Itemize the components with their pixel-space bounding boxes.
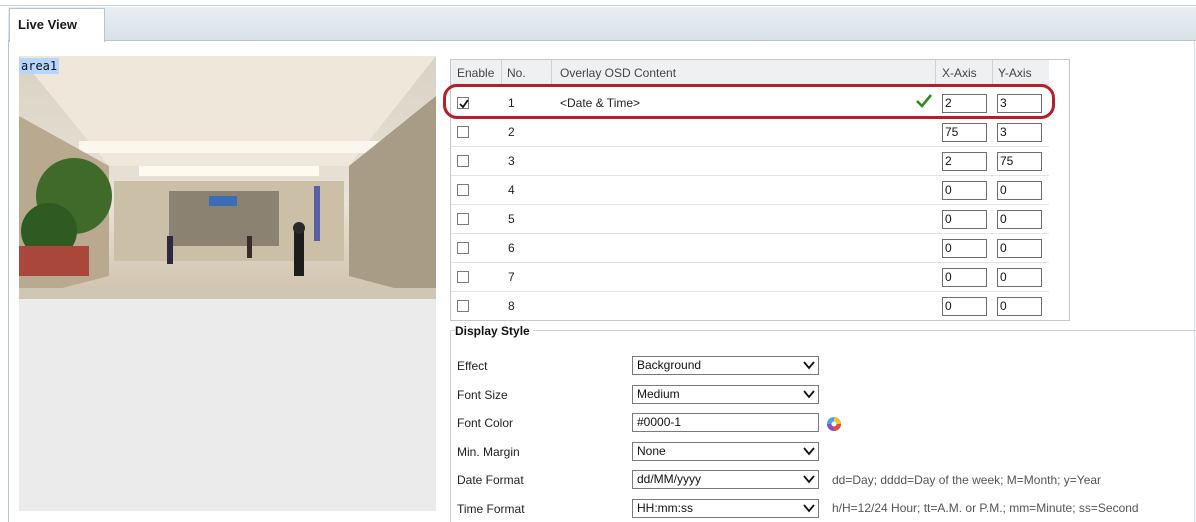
row-number: 7 <box>508 270 515 284</box>
y-axis-input[interactable]: 3 <box>997 123 1042 142</box>
row-number: 3 <box>508 154 515 168</box>
osd-table-header: Enable No. Overlay OSD Content X-Axis Y-… <box>451 60 1049 85</box>
header-y-axis: Y-Axis <box>998 66 1032 80</box>
y-axis-input[interactable]: 75 <box>997 152 1042 171</box>
x-axis-input[interactable]: 0 <box>942 181 987 200</box>
y-axis-input[interactable]: 0 <box>997 181 1042 200</box>
header-no: No. <box>507 66 526 80</box>
row-number: 6 <box>508 241 515 255</box>
y-axis-input[interactable]: 0 <box>997 268 1042 287</box>
display-style-border-left <box>450 330 451 522</box>
date-format-hint: dd=Day; dddd=Day of the week; M=Month; y… <box>832 473 1102 487</box>
content-left-border <box>8 41 9 522</box>
font-color-input[interactable]: #0000-1 <box>632 413 819 432</box>
x-axis-input[interactable]: 2 <box>942 152 987 171</box>
y-axis-input[interactable]: 0 <box>997 297 1042 316</box>
color-picker-icon[interactable] <box>826 416 842 432</box>
content-right-border <box>1194 41 1195 522</box>
chevron-down-icon <box>803 390 815 399</box>
osd-row-5: 5 0 0 <box>451 205 1049 234</box>
x-axis-input[interactable]: 75 <box>942 123 987 142</box>
osd-row-4: 4 0 0 <box>451 176 1049 205</box>
area-label: area1 <box>19 58 60 74</box>
min-margin-select[interactable]: None <box>632 442 819 461</box>
tab-live-view[interactable]: Live View <box>9 8 105 42</box>
effect-value: Background <box>637 358 702 372</box>
y-axis-input[interactable]: 0 <box>997 239 1042 258</box>
font-color-label: Font Color <box>457 416 514 430</box>
date-format-value: dd/MM/yyyy <box>637 472 702 486</box>
header-x-axis: X-Axis <box>942 66 977 80</box>
x-axis-input[interactable]: 0 <box>942 239 987 258</box>
x-axis-input[interactable]: 0 <box>942 210 987 229</box>
x-axis-input[interactable]: 0 <box>942 297 987 316</box>
enable-checkbox[interactable] <box>457 184 469 196</box>
effect-label: Effect <box>457 359 488 373</box>
font-size-value: Medium <box>637 387 680 401</box>
header-content: Overlay OSD Content <box>560 66 677 80</box>
date-format-select[interactable]: dd/MM/yyyy <box>632 470 819 489</box>
enable-checkbox[interactable] <box>457 271 469 283</box>
row-number: 4 <box>508 183 515 197</box>
time-format-select[interactable]: HH:mm:ss <box>632 499 819 518</box>
frame-top-line <box>0 5 1196 6</box>
row-number: 5 <box>508 212 515 226</box>
header-separator <box>935 60 936 85</box>
x-axis-input[interactable]: 0 <box>942 268 987 287</box>
display-style-border-top <box>450 330 1196 331</box>
font-size-label: Font Size <box>457 388 508 402</box>
time-format-label: Time Format <box>457 502 525 516</box>
date-format-label: Date Format <box>457 473 524 487</box>
effect-select[interactable]: Background <box>632 356 819 375</box>
row-highlight-callout <box>443 84 1055 119</box>
osd-row-6: 6 0 0 <box>451 234 1049 263</box>
time-format-value: HH:mm:ss <box>637 501 693 515</box>
tab-strip <box>8 7 1196 41</box>
min-margin-label: Min. Margin <box>457 445 520 459</box>
chevron-down-icon <box>803 361 815 370</box>
osd-row-2: 2 75 3 <box>451 118 1049 147</box>
chevron-down-icon <box>803 447 815 456</box>
osd-row-7: 7 0 0 <box>451 263 1049 292</box>
header-separator <box>501 60 502 85</box>
time-format-hint: h/H=12/24 Hour; tt=A.M. or P.M.; mm=Minu… <box>832 501 1139 515</box>
video-preview <box>19 56 436 299</box>
display-style-title: Display Style <box>455 324 533 338</box>
y-axis-input[interactable]: 0 <box>997 210 1042 229</box>
font-size-select[interactable]: Medium <box>632 385 819 404</box>
header-separator <box>992 60 993 85</box>
header-enable: Enable <box>457 66 495 80</box>
chevron-down-icon <box>803 504 815 513</box>
enable-checkbox[interactable] <box>457 126 469 138</box>
min-margin-value: None <box>637 444 666 458</box>
enable-checkbox[interactable] <box>457 242 469 254</box>
osd-row-8: 8 0 0 <box>451 292 1049 321</box>
chevron-down-icon <box>803 475 815 484</box>
header-separator <box>551 60 552 85</box>
enable-checkbox[interactable] <box>457 155 469 167</box>
enable-checkbox[interactable] <box>457 300 469 312</box>
row-number: 2 <box>508 125 515 139</box>
row-number: 8 <box>508 299 515 313</box>
osd-row-3: 3 2 75 <box>451 147 1049 176</box>
enable-checkbox[interactable] <box>457 213 469 225</box>
